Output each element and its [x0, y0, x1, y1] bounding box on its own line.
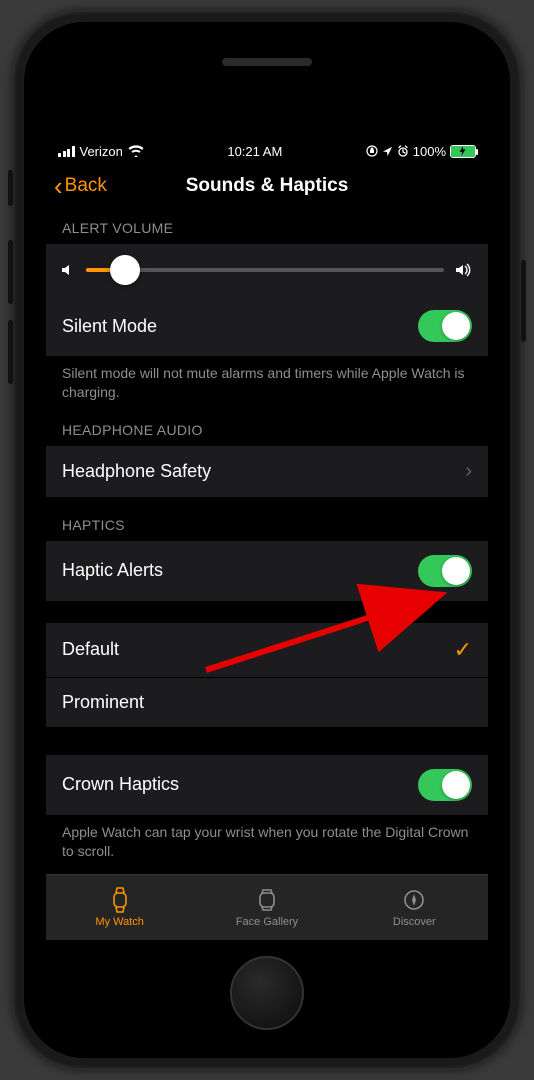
- haptic-alerts-toggle[interactable]: [418, 555, 472, 587]
- volume-up-button: [8, 240, 13, 304]
- crown-haptics-footer: Apple Watch can tap your wrist when you …: [46, 815, 488, 861]
- battery-percent: 100%: [413, 144, 446, 159]
- haptic-alerts-row[interactable]: Haptic Alerts: [46, 541, 488, 601]
- haptic-alerts-label: Haptic Alerts: [62, 560, 163, 581]
- volume-down-button: [8, 320, 13, 384]
- status-bar: Verizon 10:21 AM 100%: [46, 140, 488, 162]
- silent-mode-toggle[interactable]: [418, 310, 472, 342]
- compass-icon: [401, 887, 427, 913]
- battery-icon: [450, 145, 476, 158]
- status-left: Verizon: [58, 144, 144, 159]
- back-button[interactable]: ‹ Back: [54, 173, 107, 199]
- screen: Verizon 10:21 AM 100%: [46, 140, 488, 940]
- crown-haptics-label: Crown Haptics: [62, 774, 179, 795]
- power-button: [521, 260, 526, 342]
- tab-label: Discover: [393, 916, 436, 928]
- location-arrow-icon: [382, 146, 393, 157]
- chevron-right-icon: ›: [465, 460, 472, 483]
- tab-label: Face Gallery: [236, 916, 298, 928]
- status-right: 100%: [366, 144, 476, 159]
- settings-content: ALERT VOLUME Silent Mode: [46, 210, 488, 874]
- volume-high-icon[interactable]: [454, 262, 474, 278]
- orientation-lock-icon: [366, 145, 378, 157]
- tab-face-gallery[interactable]: Face Gallery: [193, 875, 340, 940]
- back-label: Back: [65, 175, 107, 197]
- chevron-left-icon: ‹: [54, 173, 63, 199]
- headphone-safety-row[interactable]: Headphone Safety ›: [46, 446, 488, 497]
- wifi-icon: [128, 145, 144, 157]
- silent-mode-label: Silent Mode: [62, 316, 157, 337]
- silent-mode-row[interactable]: Silent Mode: [46, 296, 488, 356]
- section-header-haptics: HAPTICS: [46, 497, 488, 541]
- crown-haptics-row[interactable]: Crown Haptics: [46, 755, 488, 815]
- volume-low-icon[interactable]: [60, 262, 76, 278]
- alarm-icon: [397, 145, 409, 157]
- alert-volume-slider[interactable]: [86, 268, 444, 272]
- alert-volume-slider-row: [46, 244, 488, 296]
- tab-bar: My Watch Face Gallery Discover: [46, 874, 488, 940]
- haptic-default-row[interactable]: Default ✓: [46, 623, 488, 678]
- mute-switch: [8, 170, 13, 206]
- silent-mode-footer: Silent mode will not mute alarms and tim…: [46, 356, 488, 402]
- page-title: Sounds & Haptics: [186, 175, 349, 197]
- headphone-safety-label: Headphone Safety: [62, 461, 211, 482]
- cellular-signal-icon: [58, 146, 75, 157]
- haptic-prominent-label: Prominent: [62, 692, 144, 713]
- haptic-default-label: Default: [62, 639, 119, 660]
- tab-label: My Watch: [95, 916, 144, 928]
- haptic-prominent-row[interactable]: Prominent: [46, 678, 488, 727]
- tab-discover[interactable]: Discover: [341, 875, 488, 940]
- phone-speaker: [222, 58, 312, 66]
- section-header-headphone-audio: HEADPHONE AUDIO: [46, 402, 488, 446]
- crown-haptics-toggle[interactable]: [418, 769, 472, 801]
- status-time: 10:21 AM: [227, 144, 282, 159]
- section-header-alert-volume: ALERT VOLUME: [46, 210, 488, 244]
- watch-icon: [107, 887, 133, 913]
- phone-frame: Verizon 10:21 AM 100%: [12, 10, 522, 1070]
- nav-bar: ‹ Back Sounds & Haptics: [46, 162, 488, 210]
- home-button[interactable]: [230, 956, 304, 1030]
- face-gallery-icon: [254, 887, 280, 913]
- tab-my-watch[interactable]: My Watch: [46, 875, 193, 940]
- carrier-label: Verizon: [80, 144, 123, 159]
- checkmark-icon: ✓: [454, 637, 472, 663]
